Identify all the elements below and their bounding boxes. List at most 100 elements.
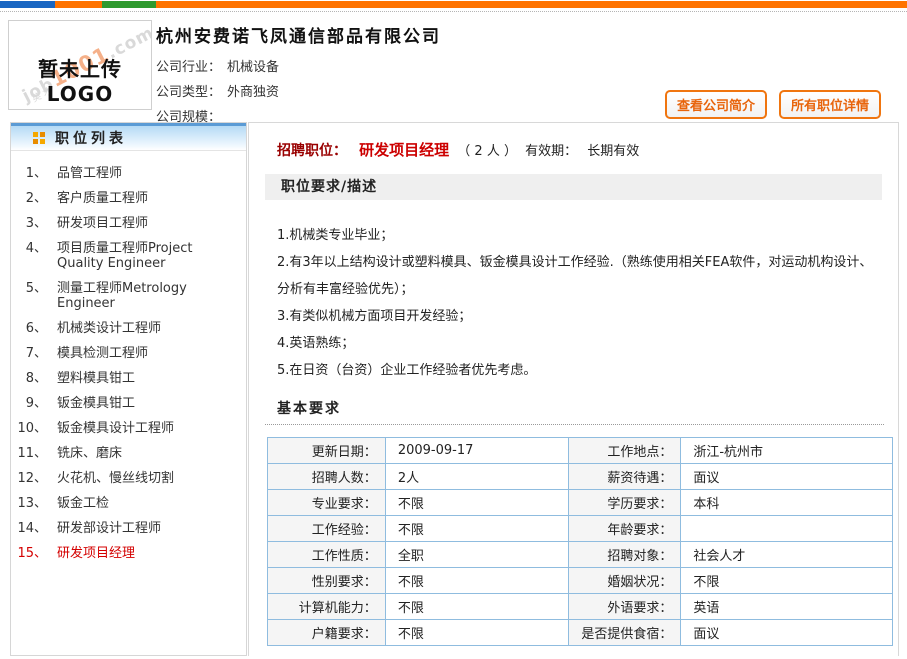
- sidebar-job-item[interactable]: 12、火花机、慢丝线切割: [11, 466, 246, 491]
- job-item-number: 5、: [11, 281, 47, 311]
- company-info-label: 公司规模：: [156, 110, 221, 125]
- sidebar-job-item[interactable]: 4、项目质量工程师Project Quality Engineer: [11, 236, 246, 276]
- field-label: 工作地点：: [568, 438, 681, 464]
- header-buttons: 查看公司简介所有职位详情: [653, 90, 881, 119]
- sidebar-job-item[interactable]: 13、钣金工检: [11, 491, 246, 516]
- top-color-stripes: [0, 1, 907, 8]
- sidebar-job-item[interactable]: 7、模具检测工程师: [11, 341, 246, 366]
- sidebar-job-item[interactable]: 8、塑料模具钳工: [11, 366, 246, 391]
- job-title: 研发项目经理: [359, 141, 449, 159]
- company-info-label: 公司类型：: [156, 85, 221, 100]
- job-item-label: 品管工程师: [57, 166, 240, 181]
- job-headcount: （ 2 人 ）: [457, 144, 517, 159]
- field-value: 不限: [385, 516, 568, 542]
- job-head: 招聘职位： 研发项目经理 （ 2 人 ） 有效期： 长期有效: [265, 139, 884, 160]
- sidebar-job-item[interactable]: 1、品管工程师: [11, 161, 246, 186]
- validity-label: 有效期：: [525, 144, 577, 159]
- sidebar-job-item[interactable]: 11、铣床、磨床: [11, 441, 246, 466]
- job-item-label: 机械类设计工程师: [57, 321, 240, 336]
- job-item-label: 研发项目经理: [57, 546, 240, 561]
- job-item-label: 研发部设计工程师: [57, 521, 240, 536]
- description-line: 3.有类似机械方面项目开发经验；: [277, 303, 874, 330]
- job-item-label: 钣金工检: [57, 496, 240, 511]
- sidebar-job-item[interactable]: 3、研发项目工程师: [11, 211, 246, 236]
- company-info-row: 公司行业： 机械设备: [156, 55, 899, 80]
- company-header: job1001.com 英才 暂未上传LOGO 杭州安费诺飞凤通信部品有限公司 …: [0, 16, 907, 122]
- job-list: 1、品管工程师2、客户质量工程师3、研发项目工程师4、项目质量工程师Projec…: [11, 151, 246, 566]
- view-company-profile-button[interactable]: 查看公司简介: [665, 90, 767, 119]
- field-value: 2人: [385, 464, 568, 490]
- field-value: 不限: [681, 568, 893, 594]
- job-description: 1.机械类专业毕业；2.有3年以上结构设计或塑料模具、钣金模具设计工作经验.（熟…: [265, 200, 884, 384]
- sidebar-job-item[interactable]: 5、测量工程师Metrology Engineer: [11, 276, 246, 316]
- field-label: 薪资待遇：: [568, 464, 681, 490]
- field-label: 是否提供食宿：: [568, 620, 681, 646]
- field-value: 浙江-杭州市: [681, 438, 893, 464]
- table-row: 性别要求：不限婚姻状况：不限: [268, 568, 893, 594]
- sidebar-job-item[interactable]: 6、机械类设计工程师: [11, 316, 246, 341]
- field-label: 婚姻状况：: [568, 568, 681, 594]
- company-info-value: 机械设备: [227, 60, 279, 75]
- field-value: 面议: [681, 464, 893, 490]
- field-label: 计算机能力：: [268, 594, 386, 620]
- description-line: 1.机械类专业毕业；: [277, 222, 874, 249]
- sidebar-job-item[interactable]: 10、钣金模具设计工程师: [11, 416, 246, 441]
- sidebar-job-item[interactable]: 15、研发项目经理: [11, 541, 246, 566]
- job-item-number: 7、: [11, 346, 47, 361]
- table-row: 户籍要求：不限是否提供食宿：面议: [268, 620, 893, 646]
- job-item-number: 3、: [11, 216, 47, 231]
- dotted-separator: [0, 8, 907, 12]
- job-head-label: 招聘职位：: [277, 143, 347, 159]
- field-value: 英语: [681, 594, 893, 620]
- company-info-label: 公司行业：: [156, 60, 221, 75]
- sidebar-job-item[interactable]: 9、钣金模具钳工: [11, 391, 246, 416]
- job-item-label: 测量工程师Metrology Engineer: [57, 281, 240, 311]
- sidebar-job-item[interactable]: 14、研发部设计工程师: [11, 516, 246, 541]
- color-stripe: [55, 1, 102, 8]
- basic-requirements-table: 更新日期：2009-09-17工作地点：浙江-杭州市招聘人数：2人薪资待遇：面议…: [267, 437, 893, 646]
- field-label: 工作性质：: [268, 542, 386, 568]
- field-value: 不限: [385, 594, 568, 620]
- table-row: 工作经验：不限年龄要求：: [268, 516, 893, 542]
- field-label: 外语要求：: [568, 594, 681, 620]
- job-detail-panel: 招聘职位： 研发项目经理 （ 2 人 ） 有效期： 长期有效 职位要求/描述 1…: [248, 122, 899, 656]
- job-item-number: 14、: [11, 521, 47, 536]
- logo-placeholder-text: 暂未上传LOGO: [9, 53, 151, 106]
- field-value: 不限: [385, 490, 568, 516]
- job-item-label: 火花机、慢丝线切割: [57, 471, 240, 486]
- all-jobs-detail-button[interactable]: 所有职位详情: [779, 90, 881, 119]
- job-item-number: 2、: [11, 191, 47, 206]
- job-item-number: 13、: [11, 496, 47, 511]
- job-item-label: 研发项目工程师: [57, 216, 240, 231]
- table-row: 更新日期：2009-09-17工作地点：浙江-杭州市: [268, 438, 893, 464]
- field-value: 2009-09-17: [385, 438, 568, 464]
- sidebar-title: 职位列表: [55, 128, 127, 148]
- sidebar-job-item[interactable]: 2、客户质量工程师: [11, 186, 246, 211]
- field-label: 招聘人数：: [268, 464, 386, 490]
- description-line: 5.在日资（台资）企业工作经验者优先考虑。: [277, 357, 874, 384]
- job-item-number: 12、: [11, 471, 47, 486]
- color-stripe: [156, 1, 907, 8]
- field-value: 全职: [385, 542, 568, 568]
- description-line: 4.英语熟练；: [277, 330, 874, 357]
- field-label: 年龄要求：: [568, 516, 681, 542]
- job-item-number: 9、: [11, 396, 47, 411]
- job-item-number: 10、: [11, 421, 47, 436]
- field-label: 更新日期：: [268, 438, 386, 464]
- job-item-label: 塑料模具钳工: [57, 371, 240, 386]
- color-stripe: [0, 1, 55, 8]
- job-item-number: 1、: [11, 166, 47, 181]
- field-value: 本科: [681, 490, 893, 516]
- validity-value: 长期有效: [587, 144, 639, 159]
- job-item-number: 11、: [11, 446, 47, 461]
- basic-requirements-title: 基本要求: [265, 384, 884, 425]
- field-label: 专业要求：: [268, 490, 386, 516]
- company-logo-placeholder: job1001.com 英才 暂未上传LOGO: [8, 20, 152, 110]
- field-value: 面议: [681, 620, 893, 646]
- company-name: 杭州安费诺飞凤通信部品有限公司: [156, 22, 899, 55]
- requirements-section-header: 职位要求/描述: [265, 174, 882, 200]
- field-label: 户籍要求：: [268, 620, 386, 646]
- company-info-value: 外商独资: [227, 85, 279, 100]
- job-item-number: 15、: [11, 546, 47, 561]
- job-item-number: 4、: [11, 241, 47, 271]
